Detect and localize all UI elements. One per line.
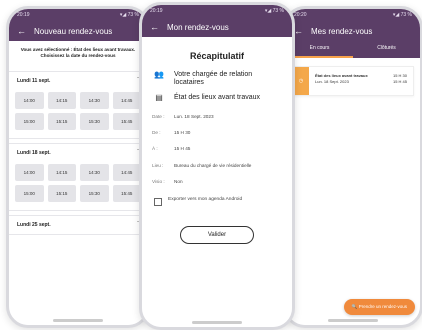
time-slot[interactable]: 15:00 <box>15 113 44 131</box>
field-value: Non <box>174 178 183 184</box>
back-arrow-icon[interactable]: ← <box>294 26 303 36</box>
contact-row: 👥 Votre chargée de relation locataires <box>142 71 292 88</box>
day-section: Lundi 25 sept. ˇ <box>9 215 147 236</box>
day-section: Lundi 18 sept. ˆ 14:00 14:15 14:30 14:45… <box>9 143 147 212</box>
field-value: 15 H 30 <box>174 130 191 136</box>
contact-label: Votre chargée de relation locataires <box>173 71 253 87</box>
home-indicator <box>53 319 103 322</box>
back-arrow-icon[interactable]: ← <box>150 22 159 32</box>
status-time: 20:19 <box>150 8 163 14</box>
app-bar: ← Mon rendez-vous <box>142 17 292 37</box>
day-header[interactable]: Lundi 18 sept. ˆ <box>9 144 147 162</box>
time-slot[interactable]: 15:30 <box>80 113 109 131</box>
field-visio: Visio : Non <box>142 179 292 185</box>
phone-right: 20:20 ▾◢ 73 % ← Mes rendez-vous En cours… <box>283 6 422 328</box>
field-key: À : <box>152 146 158 152</box>
field-key: Lieu : <box>152 162 164 168</box>
export-label: Exporter vers mon agenda Android <box>168 196 243 202</box>
field-from: De : 15 H 30 <box>142 130 292 136</box>
time-slot[interactable]: 15:15 <box>47 113 76 131</box>
selection-intro: Vous avez sélectionné : État des lieux a… <box>20 47 136 59</box>
card-from: 15 H 30 <box>392 73 407 78</box>
screen-appointment-summary: 20:19 ▾◢ 73 % ← Mon rendez-vous Récapitu… <box>142 5 292 327</box>
export-checkbox[interactable] <box>154 197 162 206</box>
field-date: Date : Lun. 18 Sept. 2023 <box>142 114 292 120</box>
page-title: Mon rendez-vous <box>167 22 229 32</box>
time-slot[interactable]: 15:30 <box>80 185 109 203</box>
status-indicators: ▾◢ 73 % <box>264 8 284 14</box>
tab-en-cours[interactable]: En cours <box>286 41 353 58</box>
back-arrow-icon[interactable]: ← <box>17 26 26 36</box>
time-slot[interactable]: 14:45 <box>112 164 141 182</box>
app-bar: ← Mes rendez-vous <box>286 21 420 41</box>
field-key: Date : <box>152 114 165 120</box>
field-value: 15 H 45 <box>174 146 191 152</box>
day-section: Lundi 11 sept. ˆ 14:00 14:15 14:30 14:45… <box>9 71 147 140</box>
day-header[interactable]: Lundi 11 sept. ˆ <box>9 72 147 90</box>
field-key: Visio : <box>152 178 165 184</box>
status-time: 20:19 <box>17 12 30 18</box>
status-indicators: ▾◢ 73 % <box>119 12 139 18</box>
time-slot[interactable]: 14:15 <box>47 164 76 182</box>
card-to: 15 H 45 <box>392 78 407 84</box>
appointment-card[interactable]: ◷ État des lieux avant travaux Lun. 18 S… <box>292 66 414 96</box>
service-label: État des lieux avant travaux <box>174 93 260 101</box>
status-bar: 20:19 ▾◢ 73 % <box>142 5 292 17</box>
export-calendar-option[interactable]: Exporter vers mon agenda Android <box>142 195 292 208</box>
validate-button[interactable]: Valider <box>180 225 254 244</box>
summary-heading: Récapitulatif <box>189 51 244 61</box>
time-slot[interactable]: 14:15 <box>47 92 76 110</box>
slot-grid: 14:00 14:15 14:30 14:45 15:00 15:15 15:3… <box>9 90 147 138</box>
service-row: ▤ État des lieux avant travaux <box>142 92 292 102</box>
search-icon: 🔍 <box>351 304 358 309</box>
time-slot[interactable]: 14:30 <box>80 92 109 110</box>
page-title: Mes rendez-vous <box>311 26 373 36</box>
people-icon: 👥 <box>154 70 164 79</box>
time-slot[interactable]: 14:00 <box>15 164 44 182</box>
clock-icon: ◷ <box>293 67 309 95</box>
time-slot[interactable]: 15:45 <box>112 185 141 203</box>
status-time: 20:20 <box>294 12 307 18</box>
time-slot[interactable]: 15:45 <box>112 113 141 131</box>
time-slot[interactable]: 14:30 <box>80 164 109 182</box>
day-label: Lundi 18 sept. <box>17 150 51 157</box>
time-slot[interactable]: 14:00 <box>15 92 44 110</box>
time-slot[interactable]: 15:00 <box>15 185 44 203</box>
card-date: Lun. 18 Sept. 2023 <box>315 78 349 84</box>
phone-left: 20:19 ▾◢ 73 % ← Nouveau rendez-vous Vous… <box>6 6 150 328</box>
day-label: Lundi 11 sept. <box>17 78 51 85</box>
field-value: Bureau du chargé de vie résidentielle <box>174 162 252 168</box>
phone-middle: 20:19 ▾◢ 73 % ← Mon rendez-vous Récapitu… <box>139 2 295 330</box>
fab-label: Prendre un rendez-vous <box>358 304 407 309</box>
home-indicator <box>328 319 378 322</box>
time-slot[interactable]: 15:15 <box>47 185 76 203</box>
card-body: État des lieux avant travaux Lun. 18 Sep… <box>309 67 387 95</box>
screen-my-appointments: 20:20 ▾◢ 73 % ← Mes rendez-vous En cours… <box>286 9 420 325</box>
field-place: Lieu : Bureau du chargé de vie résidenti… <box>142 163 292 169</box>
status-bar: 20:19 ▾◢ 73 % <box>9 9 147 21</box>
status-indicators: ▾◢ 73 % <box>392 12 412 18</box>
home-indicator <box>192 321 242 324</box>
app-bar: ← Nouveau rendez-vous <box>9 21 147 41</box>
field-value: Lun. 18 Sept. 2023 <box>174 114 214 120</box>
field-key: De : <box>152 130 161 136</box>
tab-clotures[interactable]: Clôturés <box>353 41 420 58</box>
time-slot[interactable]: 14:45 <box>112 92 141 110</box>
new-appointment-fab[interactable]: 🔍 Prendre un rendez-vous <box>343 299 415 315</box>
status-bar: 20:20 ▾◢ 73 % <box>286 9 420 21</box>
slot-grid: 14:00 14:15 14:30 14:45 15:00 15:15 15:3… <box>9 162 147 210</box>
page-title: Nouveau rendez-vous <box>34 26 113 36</box>
field-to: À : 15 H 45 <box>142 146 292 152</box>
document-icon: ▤ <box>155 92 163 102</box>
day-header[interactable]: Lundi 25 sept. ˇ <box>9 216 147 234</box>
card-times: 15 H 30 15 H 45 <box>387 67 413 95</box>
tab-bar: En cours Clôturés <box>286 41 420 58</box>
day-label: Lundi 25 sept. <box>17 222 51 229</box>
screen-new-appointment: 20:19 ▾◢ 73 % ← Nouveau rendez-vous Vous… <box>9 9 147 325</box>
